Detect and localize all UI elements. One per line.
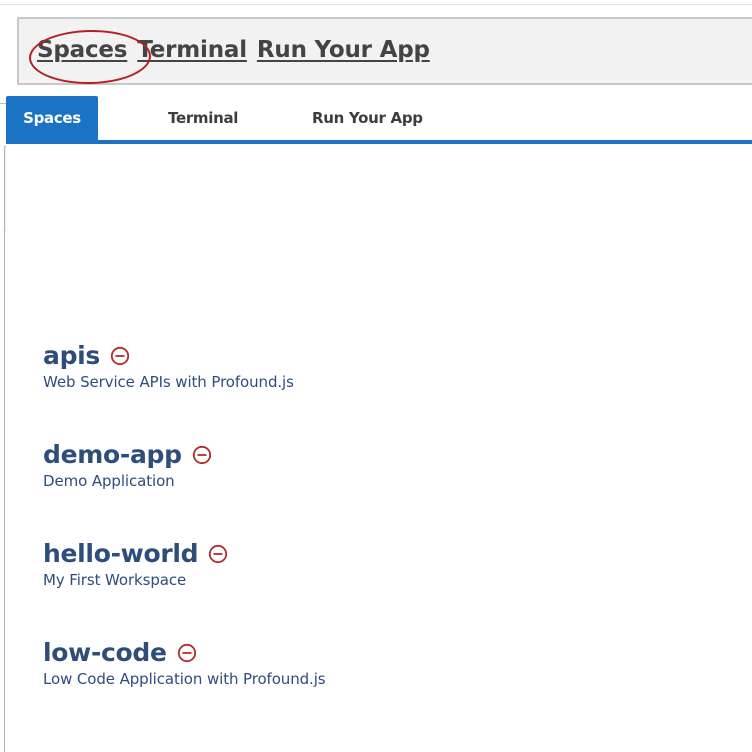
zoomed-tab-terminal[interactable]: Terminal [137,37,247,63]
space-description: Low Code Application with Profound.js [43,670,326,688]
minus-circle-icon[interactable] [110,346,130,366]
minus-circle-icon[interactable] [208,544,228,564]
space-name-link[interactable]: low-code [43,638,167,667]
spaces-list: apis Web Service APIs with Profound.js d… [6,144,752,688]
zoomed-tab-list: Spaces Terminal Run Your App [37,37,430,63]
list-item: low-code Low Code Application with Profo… [43,635,326,689]
screenshot-canvas: Spaces Terminal Run Your App '''''''''''… [0,0,752,752]
space-name-link[interactable]: apis [43,341,100,370]
tab-run-your-app[interactable]: Run Your App [312,96,423,140]
tab-terminal[interactable]: Terminal [168,96,238,140]
minus-circle-icon[interactable] [192,445,212,465]
list-item: hello-world My First Workspace [43,536,228,589]
space-description: Web Service APIs with Profound.js [43,373,294,391]
zoomed-tab-spaces[interactable]: Spaces [37,37,127,63]
tab-spaces[interactable]: Spaces [6,96,98,140]
space-name-link[interactable]: hello-world [43,539,199,568]
zoomed-tab-run-your-app[interactable]: Run Your App [257,37,430,63]
tab-bar: Spaces Terminal Run Your App [6,96,752,144]
list-item: demo-app Demo Application [43,437,212,490]
zoomed-tab-callout: Spaces Terminal Run Your App [0,0,752,108]
minus-circle-icon[interactable] [177,643,197,663]
space-name-link[interactable]: demo-app [43,440,182,469]
space-description: My First Workspace [43,571,187,589]
space-description: Demo Application [43,472,175,490]
zoomed-tab-bar: Spaces Terminal Run Your App [17,17,752,85]
list-item: apis Web Service APIs with Profound.js [43,338,294,392]
divider [0,4,752,5]
